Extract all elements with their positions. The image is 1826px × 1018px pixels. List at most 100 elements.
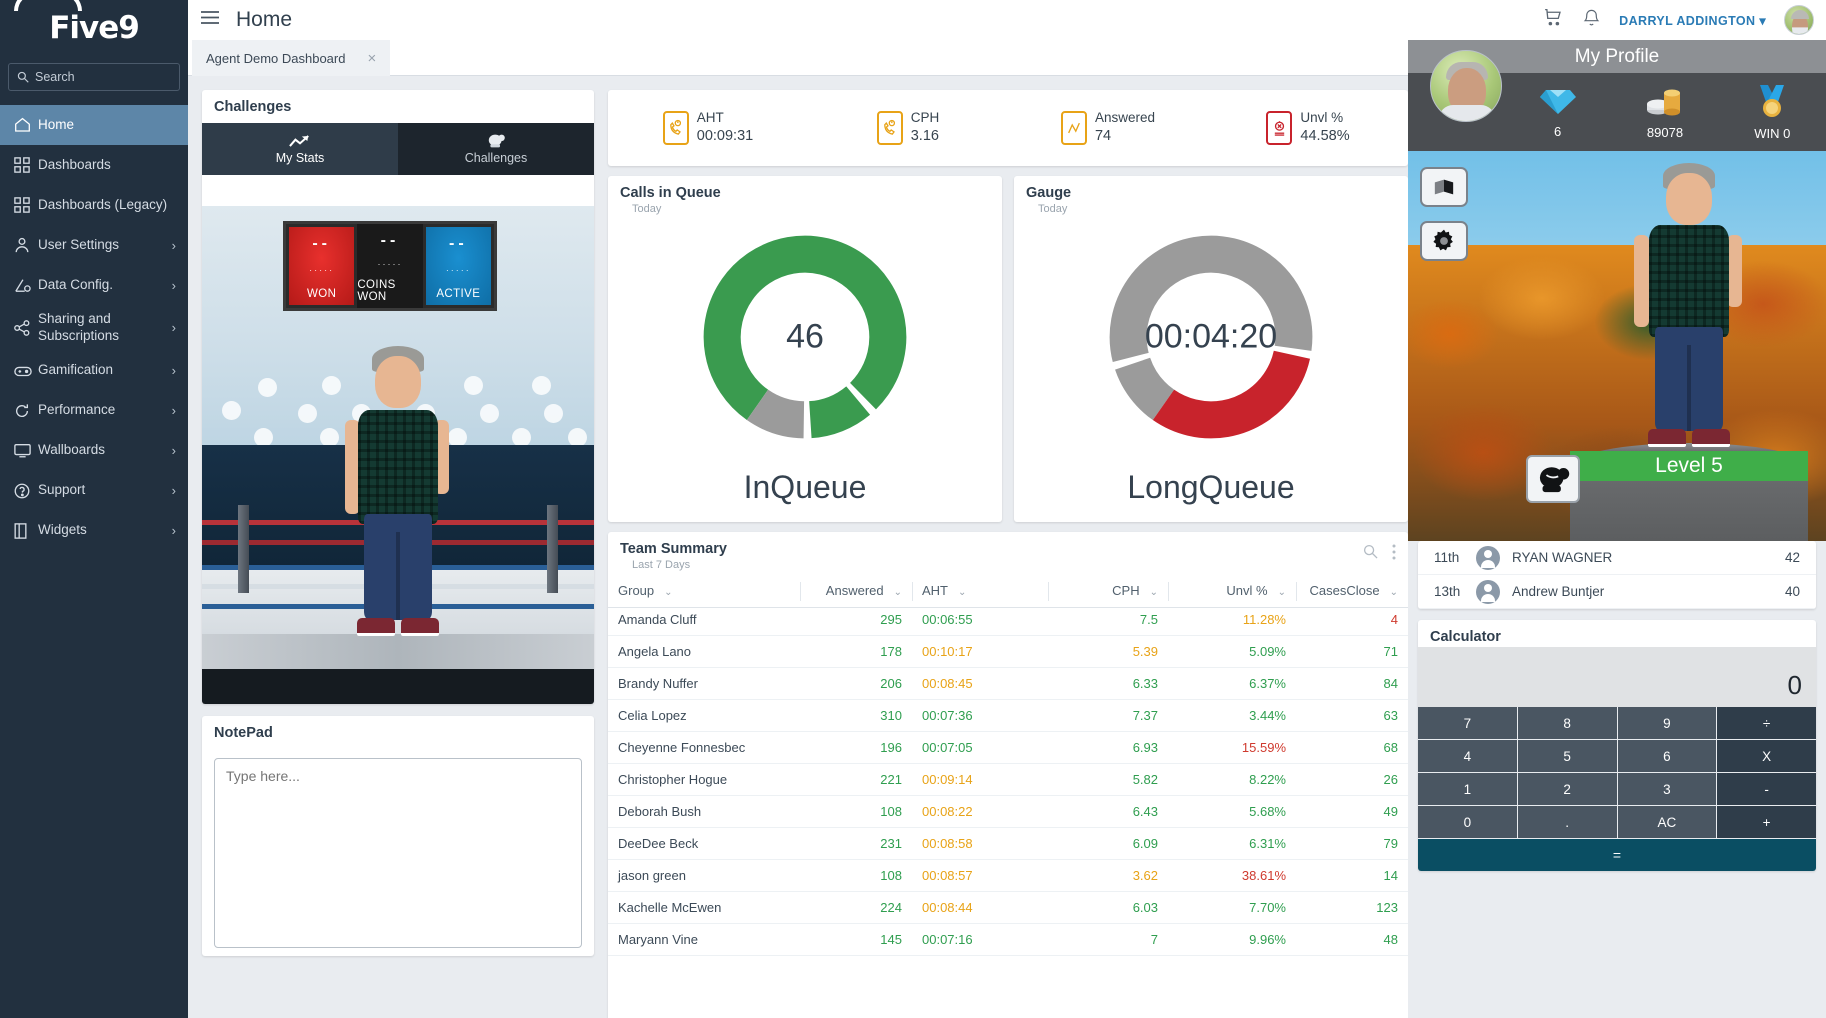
cell-cph: 6.09	[1048, 827, 1168, 860]
phone-timer-icon	[876, 111, 903, 145]
team-summary-table: Amanda Cluff 295 00:06:55 7.5 11.28% 4 Angela …	[608, 604, 1408, 956]
sidebar-item-dashboards[interactable]: Dashboards	[0, 145, 188, 185]
cell-aht: 00:07:16	[912, 923, 1048, 956]
leaderboard-row[interactable]: 13th Andrew Buntjer 40	[1418, 575, 1816, 609]
sidebar-item-gamification[interactable]: Gamification ›	[0, 351, 188, 391]
calc-key-dot[interactable]: .	[1517, 806, 1618, 839]
scoreboard-label: ACTIVE	[436, 288, 481, 300]
calculator-equals-button[interactable]: =	[1418, 839, 1816, 871]
calc-key-2[interactable]: 2	[1517, 773, 1618, 806]
calc-key-5[interactable]: 5	[1517, 740, 1618, 773]
calc-key-3[interactable]: 3	[1617, 773, 1718, 806]
column-header-aht[interactable]: AHT ⌄	[912, 576, 1048, 608]
sidebar-item-widgets[interactable]: Widgets ›	[0, 511, 188, 551]
calc-key-minus[interactable]: -	[1717, 773, 1816, 806]
table-row[interactable]: Amanda Cluff 295 00:06:55 7.5 11.28% 4	[608, 604, 1408, 636]
scoreboard-cell-active: -- ····· ACTIVE	[425, 227, 491, 305]
close-icon[interactable]: ×	[367, 50, 376, 67]
cell-answered: 295	[800, 604, 912, 636]
calc-key-9[interactable]: 9	[1617, 707, 1718, 740]
calc-key-ac[interactable]: AC	[1617, 806, 1718, 839]
team-summary-scroll[interactable]: Amanda Cluff 295 00:06:55 7.5 11.28% 4 Angela …	[608, 604, 1408, 1018]
search-icon[interactable]	[1363, 544, 1378, 565]
sidebar-item-data-config[interactable]: Data Config. ›	[0, 265, 188, 305]
table-row[interactable]: jason green 108 00:08:57 3.62 38.61% 14	[608, 859, 1408, 892]
challenges-tabs: My Stats Challenges	[202, 123, 594, 175]
avatar[interactable]	[1784, 5, 1814, 35]
calc-key-plus[interactable]: +	[1717, 806, 1816, 839]
help-icon	[14, 483, 38, 499]
table-row[interactable]: DeeDee Beck 231 00:08:58 6.09 6.31% 79	[608, 827, 1408, 860]
challenges-widget: Challenges My Stats Challenges -- ····· …	[202, 90, 594, 704]
profile-stat-value: 6	[1554, 123, 1562, 139]
leaderboard-row[interactable]: 11th RYAN WAGNER 42	[1418, 541, 1816, 575]
column-header-label: Answered	[825, 583, 884, 598]
kpi-answered[interactable]: Answered 74	[1008, 109, 1208, 147]
notepad-input[interactable]	[214, 758, 582, 948]
calc-key-7[interactable]: 7	[1418, 707, 1518, 740]
profile-stat-medal: WIN 0	[1719, 84, 1826, 141]
cell-group: Maryann Vine	[608, 923, 800, 956]
leaderboard-name: Andrew Buntjer	[1512, 584, 1605, 599]
hamburger-icon[interactable]	[200, 10, 220, 30]
home-icon	[14, 117, 38, 133]
cell-group: jason green	[608, 859, 800, 892]
table-row[interactable]: Deborah Bush 108 00:08:22 6.43 5.68% 49	[608, 795, 1408, 828]
sidebar-item-user-settings[interactable]: User Settings ›	[0, 225, 188, 265]
table-row[interactable]: Celia Lopez 310 00:07:36 7.37 3.44% 63	[608, 699, 1408, 732]
table-row[interactable]: Angela Lano 178 00:10:17 5.39 5.09% 71	[608, 635, 1408, 668]
table-row[interactable]: Maryann Vine 145 00:07:16 7 9.96% 48	[608, 923, 1408, 956]
chevron-right-icon: ›	[171, 483, 176, 499]
sidebar-item-dashboards-legacy[interactable]: Dashboards (Legacy)	[0, 185, 188, 225]
calc-key-8[interactable]: 8	[1517, 707, 1618, 740]
calc-key-divide[interactable]: ÷	[1717, 707, 1816, 740]
sidebar-item-support[interactable]: Support ›	[0, 471, 188, 511]
boxing-glove-icon[interactable]	[1526, 455, 1580, 503]
scene-buttons	[1420, 167, 1468, 275]
tab-my-stats[interactable]: My Stats	[202, 123, 398, 175]
kpi-cph[interactable]: CPH 3.16	[808, 109, 1008, 147]
cell-cph: 6.43	[1048, 795, 1168, 828]
column-header-cph[interactable]: CPH ⌄	[1048, 576, 1168, 608]
calc-key-6[interactable]: 6	[1617, 740, 1718, 773]
cell-group: Angela Lano	[608, 635, 800, 668]
kpi-name: Unvl %	[1300, 110, 1344, 126]
table-row[interactable]: Cheyenne Fonnesbec 196 00:07:05 6.93 15.59% 6…	[608, 731, 1408, 764]
ring-base	[202, 669, 594, 704]
calc-key-4[interactable]: 4	[1418, 740, 1518, 773]
scoreboard-label: COINS WON	[357, 279, 396, 303]
cart-icon[interactable]	[1542, 7, 1564, 33]
tab-agent-demo-dashboard[interactable]: Agent Demo Dashboard ×	[192, 40, 391, 76]
table-row[interactable]: Brandy Nuffer 206 00:08:45 6.33 6.37% 84	[608, 667, 1408, 700]
column-header-unvl[interactable]: Unvl % ⌄	[1168, 576, 1296, 608]
column-header-answered[interactable]: Answered ⌄	[800, 576, 912, 608]
logo-arc-decoration	[14, 0, 82, 11]
sidebar-item-home[interactable]: Home	[0, 105, 188, 145]
tab-challenges[interactable]: Challenges	[398, 123, 594, 175]
sidebar-item-performance[interactable]: Performance ›	[0, 391, 188, 431]
column-header-group[interactable]: Group ⌄	[608, 576, 800, 608]
kebab-menu-icon[interactable]	[1392, 544, 1396, 565]
calculator-row: 0. AC +	[1418, 806, 1816, 839]
chevron-right-icon: ›	[171, 523, 176, 539]
my-profile-panel: My Profile 6 89078 WIN 0 Level 5 11th RY…	[1408, 40, 1826, 1018]
kpi-unvl[interactable]: Unvl % 44.58%	[1208, 109, 1408, 147]
profile-avatar[interactable]	[1430, 50, 1502, 122]
kpi-aht[interactable]: AHT 00:09:31	[608, 109, 808, 147]
gear-icon[interactable]	[1420, 221, 1468, 261]
column-header-casesclose[interactable]: CasesClose ⌄	[1296, 576, 1408, 608]
table-row[interactable]: Kachelle McEwen 224 00:08:44 6.03 7.70% 123	[608, 891, 1408, 924]
bell-icon[interactable]	[1582, 7, 1601, 33]
book-icon[interactable]	[1420, 167, 1468, 207]
sidebar-item-wallboards[interactable]: Wallboards ›	[0, 431, 188, 471]
five9-logo[interactable]: Five9	[0, 0, 188, 55]
calc-key-1[interactable]: 1	[1418, 773, 1518, 806]
user-menu-button[interactable]: DARRYL ADDINGTON ▾	[1619, 13, 1766, 28]
cell-cases: 49	[1296, 795, 1408, 828]
table-row[interactable]: Christopher Hogue 221 00:09:14 5.82 8.22% 26	[608, 763, 1408, 796]
cell-cases: 4	[1296, 604, 1408, 636]
search-input[interactable]: Search	[8, 63, 180, 91]
sidebar-item-sharing-and-subscriptions[interactable]: Sharing and Subscriptions ›	[0, 305, 188, 351]
calc-key-0[interactable]: 0	[1418, 806, 1518, 839]
calc-key-x[interactable]: X	[1717, 740, 1816, 773]
